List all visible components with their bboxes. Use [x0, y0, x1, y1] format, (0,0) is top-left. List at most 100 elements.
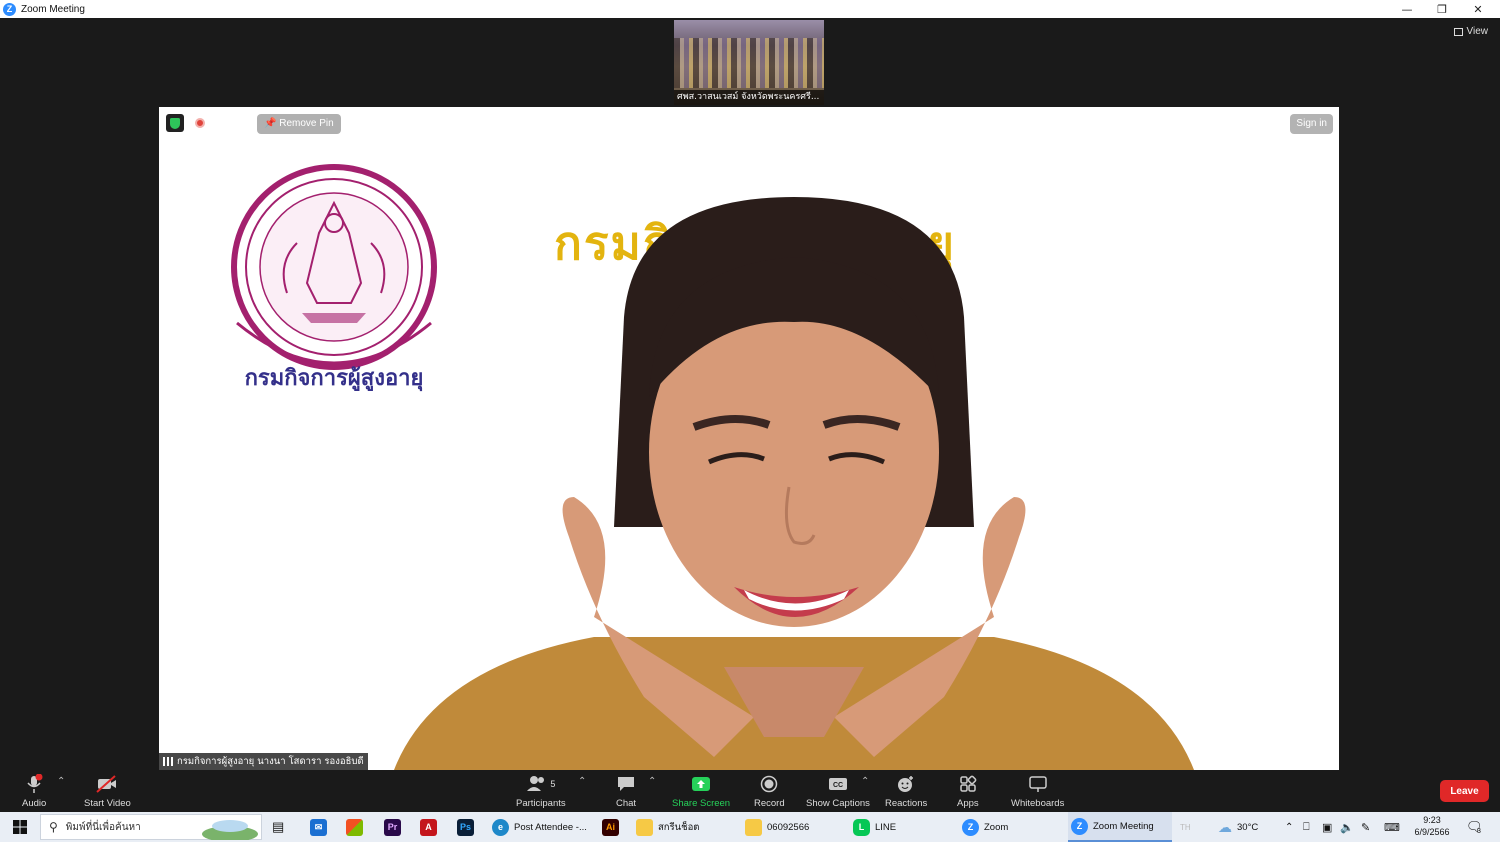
start-video-label: Start Video: [84, 798, 131, 809]
audio-options-caret-icon[interactable]: ⌃: [57, 776, 65, 787]
weather-cloud-icon: ☁: [1218, 818, 1232, 835]
speaker-person: [394, 197, 1194, 770]
reactions-button[interactable]: Reactions: [885, 774, 927, 809]
taskbar-item-label: 06092566: [767, 821, 810, 833]
remove-pin-button[interactable]: 📌 Remove Pin: [257, 114, 341, 134]
chat-icon: [616, 774, 636, 794]
participants-label: Participants: [516, 798, 566, 809]
participants-count: 5: [550, 779, 556, 789]
captions-icon: CC: [828, 774, 848, 794]
security-shield-icon[interactable]: [166, 114, 184, 132]
taskbar-item-label: สกรีนช็อต: [658, 821, 700, 833]
taskbar-item-label: Zoom Meeting: [1093, 820, 1154, 832]
grid-icon: [1453, 27, 1463, 36]
remove-pin-label: Remove Pin: [279, 118, 334, 129]
sign-in-button[interactable]: Sign in: [1290, 114, 1333, 134]
premiere-app-icon[interactable]: Pr: [384, 812, 401, 842]
clock-date: 6/9/2566: [1414, 827, 1450, 837]
meeting-area: ศพส.วาสนเวสม์ จังหวัดพระนครศรี... View 📌…: [0, 18, 1500, 770]
share-screen-label: Share Screen: [672, 798, 731, 809]
volume-icon[interactable]: 🔈: [1340, 812, 1354, 842]
participants-icon: 5: [526, 774, 555, 794]
title-bar: Z Zoom Meeting — ❐ ✕: [0, 0, 1500, 18]
chat-options-caret-icon[interactable]: ⌃: [648, 776, 656, 787]
signal-bars-icon: [163, 757, 173, 766]
audio-button[interactable]: Audio: [22, 774, 46, 809]
whiteboards-label: Whiteboards: [1011, 798, 1065, 809]
taskbar-item-label: Post Attendee -...: [514, 821, 587, 833]
taskbar-item-zoom-meeting[interactable]: Z Zoom Meeting: [1068, 812, 1172, 842]
recording-indicator-icon: [195, 118, 205, 128]
whiteboards-button[interactable]: Whiteboards: [1011, 774, 1064, 809]
mail-app-icon[interactable]: ✉: [310, 812, 327, 842]
keyboard-icon[interactable]: ⌨: [1384, 812, 1400, 842]
apps-label: Apps: [957, 798, 979, 809]
start-button[interactable]: [10, 812, 30, 842]
display-icon[interactable]: ▣: [1322, 812, 1332, 842]
search-icon: ⚲: [49, 820, 58, 834]
taskbar-item-edge[interactable]: e Post Attendee -...: [490, 812, 592, 842]
participant-thumbnail[interactable]: ศพส.วาสนเวสม์ จังหวัดพระนครศรี...: [674, 20, 824, 105]
video-off-icon: [95, 774, 119, 794]
search-highlight-image: [200, 812, 260, 842]
pen-icon[interactable]: ✎: [1361, 812, 1370, 842]
taskbar-item-label: Zoom: [984, 821, 1009, 833]
show-captions-label: Show Captions: [806, 798, 870, 809]
apps-button[interactable]: Apps: [957, 774, 979, 809]
notification-count: 3: [1477, 828, 1481, 835]
show-hidden-icons-caret-icon[interactable]: ⌃: [1285, 812, 1293, 842]
microphone-icon: [23, 774, 45, 794]
acrobat-app-icon[interactable]: A: [420, 812, 437, 842]
share-screen-button[interactable]: Share Screen: [672, 774, 730, 809]
whiteboard-icon: [1028, 774, 1048, 794]
share-screen-icon: [691, 774, 711, 794]
notifications-button[interactable]: 🗨 3: [1466, 812, 1483, 842]
windows-taskbar: ⚲ พิมพ์ที่นี่เพื่อค้นหา ▤ ✉ Pr A Ps e Po…: [0, 812, 1500, 842]
windows-logo-icon: [13, 820, 27, 834]
store-app-icon[interactable]: [346, 812, 363, 842]
record-button[interactable]: Record: [754, 774, 785, 809]
active-speaker-video[interactable]: 📌 Remove Pin Sign in กรมกิจการผู้สูงอายุ…: [159, 107, 1339, 770]
leave-button[interactable]: Leave: [1440, 780, 1489, 802]
language-indicator[interactable]: TH: [1180, 812, 1191, 842]
taskbar-item-folder-06092566[interactable]: 06092566: [745, 812, 845, 842]
speaker-name-label: กรมกิจการผู้สูงอายุ นางนา โสดารา รองอธิบ…: [159, 753, 368, 770]
taskbar-item-label: LINE: [875, 821, 897, 833]
participants-button[interactable]: 5 Participants: [516, 774, 566, 809]
minimize-button[interactable]: —: [1390, 0, 1424, 18]
temperature: 30°C: [1237, 821, 1259, 833]
zoom-icon: Z: [962, 818, 979, 836]
network-icon[interactable]: ⎕: [1303, 812, 1310, 842]
captions-options-caret-icon[interactable]: ⌃: [861, 776, 869, 787]
zoom-logo-icon: Z: [3, 2, 16, 16]
chat-button[interactable]: Chat: [616, 774, 636, 809]
start-video-button[interactable]: Start Video: [84, 774, 131, 809]
edge-icon: e: [492, 818, 509, 836]
meeting-toolbar: Audio ⌃ Start Video 5 Participants ⌃ Cha…: [0, 770, 1500, 812]
thumbnail-video: [674, 38, 824, 88]
photoshop-app-icon[interactable]: Ps: [457, 812, 474, 842]
task-view-icon[interactable]: ▤: [272, 812, 290, 842]
weather-widget[interactable]: ☁ 30°C: [1218, 812, 1258, 842]
taskbar-item-folder-screenshots[interactable]: สกรีนช็อต: [636, 812, 736, 842]
reactions-icon: [896, 774, 916, 794]
svg-text:CC: CC: [833, 782, 843, 789]
window-title: Zoom Meeting: [21, 3, 85, 15]
reactions-label: Reactions: [885, 798, 928, 809]
participants-options-caret-icon[interactable]: ⌃: [578, 776, 586, 787]
close-button[interactable]: ✕: [1461, 0, 1495, 18]
view-label: View: [1466, 26, 1489, 37]
audio-label: Audio: [22, 798, 47, 809]
search-placeholder: พิมพ์ที่นี่เพื่อค้นหา: [65, 821, 141, 833]
view-button[interactable]: View: [1453, 26, 1489, 37]
line-icon: L: [853, 818, 870, 836]
record-label: Record: [754, 798, 785, 809]
taskbar-item-zoom[interactable]: Z Zoom: [962, 812, 1062, 842]
taskbar-clock[interactable]: 9:23 6/9/2566: [1406, 814, 1458, 838]
chat-label: Chat: [616, 798, 637, 809]
restore-button[interactable]: ❐: [1425, 0, 1459, 18]
thumbnail-name: ศพส.วาสนเวสม์ จังหวัดพระนครศรี...: [674, 90, 824, 105]
record-icon: [760, 774, 778, 794]
taskbar-item-line[interactable]: L LINE: [853, 812, 953, 842]
illustrator-app-icon[interactable]: Ai: [602, 812, 619, 842]
